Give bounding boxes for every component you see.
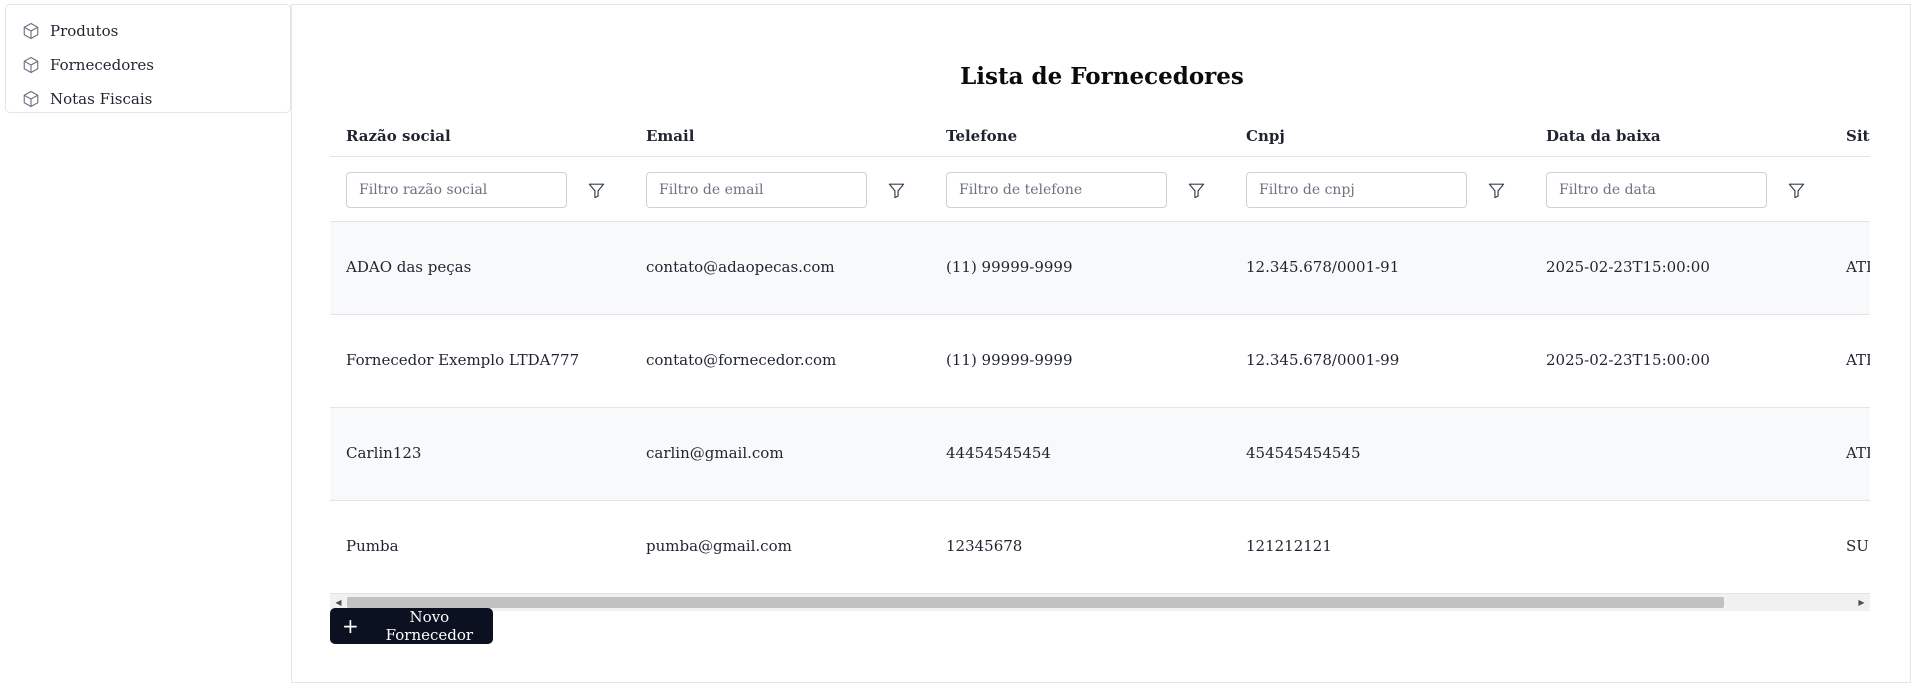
column-header-data-baixa[interactable]: Data da baixa xyxy=(1546,127,1661,145)
sidebar-item-label: Fornecedores xyxy=(50,56,154,74)
scroll-right-icon[interactable]: ▶ xyxy=(1853,594,1870,611)
cell-razao-social: Fornecedor Exemplo LTDA777 xyxy=(346,351,580,369)
filter-email-input[interactable] xyxy=(646,172,867,208)
scrollbar-thumb[interactable] xyxy=(347,597,1724,608)
filter-icon[interactable] xyxy=(585,179,607,201)
cell-data-baixa: 2025-02-23T15:00:00 xyxy=(1546,351,1710,369)
cell-data-baixa: 2025-02-23T15:00:00 xyxy=(1546,258,1710,276)
page-title: Lista de Fornecedores xyxy=(960,63,1244,90)
cell-situacao: ATI xyxy=(1846,351,1870,369)
cell-telefone: (11) 99999-9999 xyxy=(946,258,1073,276)
box-icon xyxy=(22,56,40,74)
cell-email: pumba@gmail.com xyxy=(646,537,792,555)
cell-telefone: 44454545454 xyxy=(946,444,1051,462)
main-panel: Lista de Fornecedores Razão social Email… xyxy=(291,4,1911,683)
cell-email: contato@fornecedor.com xyxy=(646,351,837,369)
cell-cnpj: 454545454545 xyxy=(1246,444,1361,462)
horizontal-scrollbar[interactable]: ◀ ▶ xyxy=(330,594,1870,611)
cell-razao-social: Pumba xyxy=(346,537,399,555)
new-supplier-label: Novo Fornecedor xyxy=(385,608,474,644)
plus-icon: + xyxy=(342,614,359,638)
table-row[interactable]: Pumba pumba@gmail.com 12345678 121212121… xyxy=(330,501,1870,594)
column-header-email[interactable]: Email xyxy=(646,127,694,145)
table-row[interactable]: ADAO das peças contato@adaopecas.com (11… xyxy=(330,222,1870,315)
sidebar-item-label: Notas Fiscais xyxy=(50,90,153,108)
sidebar-item-produtos[interactable]: Produtos xyxy=(6,14,290,48)
box-icon xyxy=(22,90,40,108)
cell-razao-social: ADAO das peças xyxy=(346,258,472,276)
cell-email: carlin@gmail.com xyxy=(646,444,784,462)
sidebar: Produtos Fornecedores Notas Fiscais xyxy=(5,4,291,113)
filter-row xyxy=(330,157,1870,222)
box-icon xyxy=(22,22,40,40)
cell-cnpj: 121212121 xyxy=(1246,537,1332,555)
cell-situacao: ATI xyxy=(1846,258,1870,276)
cell-cnpj: 12.345.678/0001-99 xyxy=(1246,351,1400,369)
cell-cnpj: 12.345.678/0001-91 xyxy=(1246,258,1400,276)
sidebar-item-fornecedores[interactable]: Fornecedores xyxy=(6,48,290,82)
filter-icon[interactable] xyxy=(1485,179,1507,201)
filter-icon[interactable] xyxy=(1785,179,1807,201)
cell-telefone: (11) 99999-9999 xyxy=(946,351,1073,369)
cell-situacao: ATI xyxy=(1846,444,1870,462)
column-header-razao-social[interactable]: Razão social xyxy=(346,127,451,145)
filter-cnpj-input[interactable] xyxy=(1246,172,1467,208)
filter-icon[interactable] xyxy=(1185,179,1207,201)
column-header-situacao[interactable]: Situ xyxy=(1846,127,1870,145)
sidebar-item-notas-fiscais[interactable]: Notas Fiscais xyxy=(6,82,290,116)
new-supplier-button[interactable]: + Novo Fornecedor xyxy=(330,608,493,644)
table-row[interactable]: Carlin123 carlin@gmail.com 44454545454 4… xyxy=(330,408,1870,501)
cell-telefone: 12345678 xyxy=(946,537,1023,555)
column-header-telefone[interactable]: Telefone xyxy=(946,127,1017,145)
sidebar-item-label: Produtos xyxy=(50,22,119,40)
filter-razao-social-input[interactable] xyxy=(346,172,567,208)
column-header-cnpj[interactable]: Cnpj xyxy=(1246,127,1285,145)
filter-icon[interactable] xyxy=(885,179,907,201)
cell-situacao: SUS xyxy=(1846,537,1870,555)
filter-telefone-input[interactable] xyxy=(946,172,1167,208)
table-header: Razão social Email Telefone Cnpj Data da… xyxy=(330,115,1870,157)
suppliers-table: Razão social Email Telefone Cnpj Data da… xyxy=(330,115,1870,595)
cell-razao-social: Carlin123 xyxy=(346,444,422,462)
cell-email: contato@adaopecas.com xyxy=(646,258,835,276)
table-row[interactable]: Fornecedor Exemplo LTDA777 contato@forne… xyxy=(330,315,1870,408)
filter-data-input[interactable] xyxy=(1546,172,1767,208)
